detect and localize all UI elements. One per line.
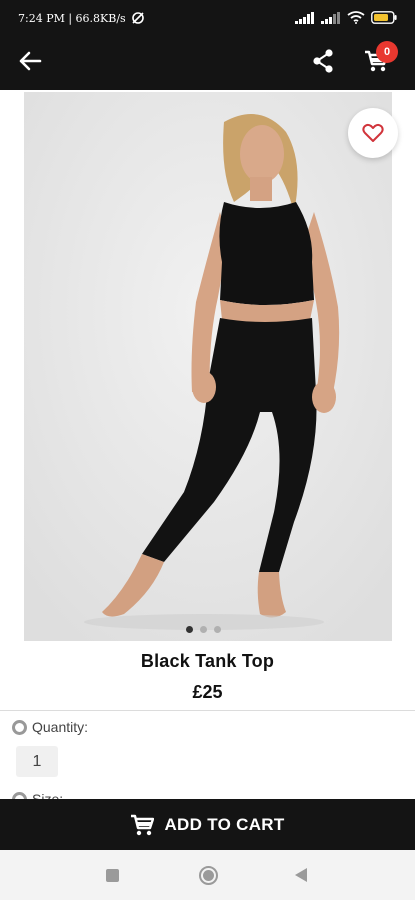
radio-icon: [12, 719, 27, 735]
product-image[interactable]: [24, 92, 392, 641]
add-to-cart-label: ADD TO CART: [164, 814, 285, 834]
app-bar: [0, 36, 415, 90]
wifi-icon: [347, 11, 365, 24]
home-icon[interactable]: [199, 866, 218, 885]
share-button[interactable]: [308, 46, 338, 76]
product-title: Black Tank Top: [140, 651, 275, 671]
status-time: 7:24 PM | 66.8KB/s: [18, 11, 126, 25]
product-price: £25: [192, 682, 223, 702]
system-back-icon[interactable]: [295, 868, 307, 882]
data-saver-icon: [131, 12, 144, 24]
product-photo: [24, 92, 392, 641]
cart-icon: [131, 814, 155, 835]
home-icon-inner: [203, 870, 214, 881]
divider: [0, 710, 415, 711]
carousel-dot[interactable]: [200, 626, 207, 633]
cart-count-badge: 0: [376, 41, 398, 63]
carousel-dots: [186, 626, 221, 633]
recents-icon[interactable]: [106, 869, 119, 882]
carousel-dot[interactable]: [214, 626, 221, 633]
quantity-option[interactable]: Quantity:: [12, 719, 88, 735]
heart-icon: [362, 123, 384, 142]
share-icon: [313, 49, 333, 73]
carousel-dot[interactable]: [186, 626, 193, 633]
system-nav-bar: [0, 850, 415, 900]
back-button[interactable]: [14, 46, 46, 76]
signal-icon: [295, 11, 314, 24]
status-right: [295, 11, 397, 24]
favorite-button[interactable]: [348, 108, 398, 158]
signal-icon: [321, 11, 340, 24]
add-to-cart-button[interactable]: ADD TO CART: [0, 799, 415, 850]
battery-icon: [371, 11, 397, 24]
quantity-label: Quantity:: [32, 719, 89, 735]
status-bar: 7:24 PM | 66.8KB/s: [0, 0, 415, 36]
quantity-stepper[interactable]: 1: [16, 746, 58, 777]
status-left: 7:24 PM | 66.8KB/s: [18, 11, 146, 25]
back-arrow-icon: [19, 51, 42, 71]
